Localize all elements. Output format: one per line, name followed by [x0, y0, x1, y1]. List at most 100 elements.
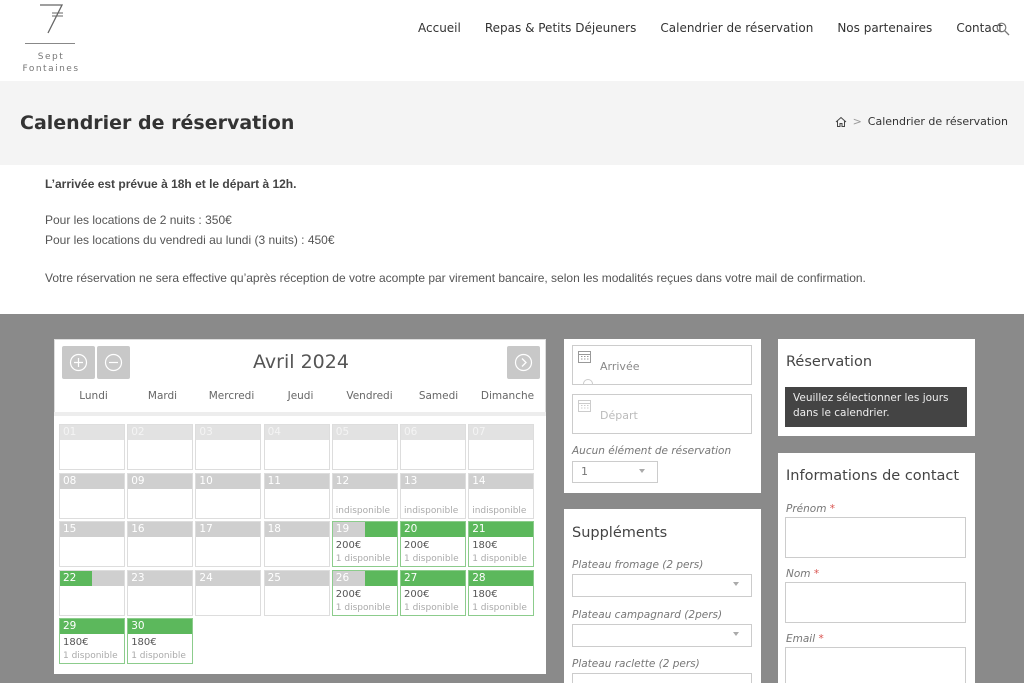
calendar-day: 04 [263, 424, 330, 470]
lastname-input[interactable] [785, 582, 966, 623]
breadcrumb-current: Calendrier de réservation [867, 115, 1008, 128]
reservation-message: Veuillez sélectionner les jours dans le … [785, 387, 967, 427]
email-input[interactable] [785, 647, 966, 683]
main-nav: Accueil Repas & Petits Déjeuners Calendr… [418, 21, 1003, 37]
contact-panel: Informations de contact Prénom * Nom * E… [778, 453, 975, 683]
lastname-label: Nom * [786, 568, 819, 580]
chevron-right-circle-icon [514, 353, 533, 372]
day-number: 08 [60, 473, 124, 489]
firstname-input[interactable] [785, 517, 966, 558]
calendar-day[interactable]: 15 [59, 521, 125, 567]
calendar-day[interactable]: 28 180€ 1 disponible [468, 569, 535, 616]
reservation-title: Réservation [786, 354, 873, 370]
calendar-day[interactable]: 23 [127, 569, 194, 616]
supplements-panel: Suppléments Plateau fromage (2 pers) Pla… [564, 509, 761, 683]
booking-dates-panel: Arrivée Départ Aucun élément de réservat… [564, 339, 761, 493]
calendar-day[interactable]: 08 [59, 472, 125, 519]
home-icon[interactable] [835, 116, 847, 128]
supplement-select-campagnard[interactable] [572, 624, 752, 647]
calendar-day[interactable]: 12 indisponible [331, 472, 398, 519]
calendar-day[interactable]: 17 [195, 521, 262, 567]
supplements-title: Suppléments [572, 525, 668, 541]
calendar-day[interactable]: 25 [263, 569, 330, 616]
no-booking-label: Aucun élément de réservation [572, 445, 732, 457]
day-number: 19 [332, 522, 397, 537]
day-number: 25 [264, 570, 329, 586]
calendar-day[interactable]: 09 [127, 472, 194, 519]
deposit-note: Votre réservation ne sera effective qu’a… [45, 271, 866, 285]
breadcrumb: > Calendrier de réservation [835, 115, 1008, 128]
day-number: 16 [128, 522, 193, 537]
calendar-day[interactable]: 26 200€ 1 disponible [331, 569, 398, 616]
search-icon[interactable] [996, 22, 1010, 36]
required-mark: * [818, 633, 824, 645]
calendar-day[interactable]: 18 [263, 521, 330, 567]
supplement-label-raclette: Plateau raclette (2 pers) [572, 658, 700, 670]
calendar-day[interactable]: 21 180€ 1 disponible [468, 521, 535, 567]
day-price: 180€ [472, 540, 498, 551]
day-price: 180€ [472, 588, 498, 600]
day-number: 10 [196, 473, 261, 489]
page-title: Calendrier de réservation [20, 112, 295, 134]
calendar-day[interactable]: 20 200€ 1 disponible [400, 521, 466, 567]
site-logo[interactable]: Sept Fontaines [18, 2, 84, 76]
calendar-day[interactable]: 24 [195, 569, 262, 616]
day-availability: 1 disponible [472, 554, 527, 564]
day-number: 29 [60, 619, 124, 634]
calendar-day[interactable]: 22 [59, 569, 125, 616]
lastname-label-text: Nom [786, 568, 811, 580]
calendar-day[interactable]: 29 180€ 1 disponible [59, 618, 125, 664]
nav-item-calendrier[interactable]: Calendrier de réservation [660, 21, 813, 37]
nav-item-partenaires[interactable]: Nos partenaires [837, 21, 932, 37]
calendar-day: 01 [59, 424, 125, 470]
calendar-day[interactable]: 30 180€ 1 disponible [127, 618, 194, 664]
firstname-label: Prénom * [786, 503, 835, 515]
calendar-day[interactable]: 11 [263, 472, 330, 519]
day-number: 05 [332, 425, 397, 440]
day-number: 01 [60, 425, 124, 440]
calendar-day[interactable]: 14 indisponible [468, 472, 535, 519]
day-number: 04 [264, 425, 329, 440]
supplement-select-raclette[interactable] [572, 673, 752, 683]
day-number: 17 [196, 522, 261, 537]
page-banner: Calendrier de réservation > Calendrier d… [0, 81, 1024, 165]
departure-field[interactable]: Départ [572, 394, 752, 434]
day-number: 21 [469, 522, 534, 537]
calendar-icon [578, 400, 591, 412]
day-number: 22 [60, 570, 124, 586]
calendar-day[interactable]: 16 [127, 521, 194, 567]
weekday-header: Samedi [418, 390, 459, 402]
calendar-day[interactable]: 13 indisponible [400, 472, 466, 519]
nav-item-accueil[interactable]: Accueil [418, 21, 461, 37]
calendar-day[interactable]: 27 200€ 1 disponible [400, 569, 466, 616]
weekday-header: Vendredi [346, 390, 393, 402]
supplement-label-campagnard: Plateau campagnard (2pers) [572, 609, 723, 621]
day-number: 11 [264, 473, 329, 489]
nav-item-repas[interactable]: Repas & Petits Déjeuners [485, 21, 637, 37]
calendar-divider [54, 412, 546, 416]
chevron-down-icon [639, 469, 645, 473]
firstname-label-text: Prénom [786, 503, 827, 515]
day-price: 180€ [131, 637, 157, 648]
calendar-day[interactable]: 10 [195, 472, 262, 519]
arrival-field[interactable]: Arrivée [572, 345, 752, 385]
day-number: 30 [128, 619, 193, 634]
calendar-day: 05 [331, 424, 398, 470]
calendar-day[interactable]: 19 200€ 1 disponible [331, 521, 398, 567]
calendar-day: 07 [468, 424, 535, 470]
supplement-select-fromage[interactable] [572, 574, 752, 597]
day-price: 200€ [335, 588, 362, 600]
day-number: 12 [332, 473, 397, 489]
logo-text-line2: Fontaines [22, 64, 80, 74]
reservation-panel: Réservation Veuillez sélectionner les jo… [778, 339, 975, 436]
arrival-handle [583, 379, 593, 384]
chevron-down-icon [733, 632, 739, 636]
quantity-select[interactable]: 1 [572, 461, 658, 483]
day-number: 27 [401, 570, 465, 586]
supplement-label-fromage: Plateau fromage (2 pers) [572, 559, 704, 571]
day-number: 03 [196, 425, 261, 440]
day-number: 18 [264, 522, 329, 537]
next-month-button[interactable] [507, 346, 540, 379]
required-mark: * [813, 568, 820, 580]
arrival-label: Arrivée [600, 360, 640, 373]
